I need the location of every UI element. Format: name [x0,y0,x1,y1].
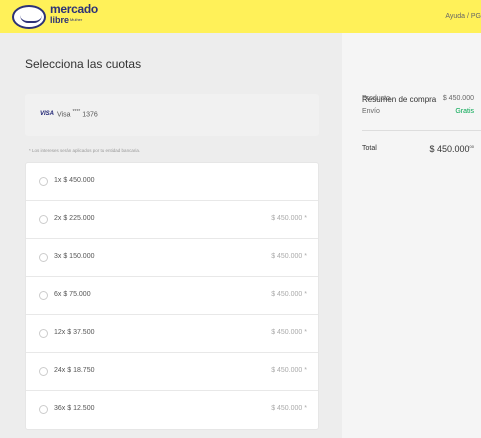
installment-label: 1x $ 450.000 [54,177,95,184]
installment-total: $ 450.000 * [271,329,307,336]
radio-button[interactable] [39,291,48,300]
installment-total: $ 450.000 * [271,291,307,298]
installment-total: $ 450.000 * [271,367,307,374]
help-link[interactable]: Ayuda / PG [445,13,481,20]
logo-text-country: Mulher [70,17,83,22]
installment-total: $ 450.000 * [271,405,307,412]
interest-note: * Los intereses serán aplicados por tu e… [29,148,141,153]
logo-text-libre: libre [50,15,70,25]
visa-icon: VISA [40,111,55,117]
installment-label: 6x $ 75.000 [54,291,91,298]
installment-option[interactable]: 6x $ 75.000 $ 450.000 * [26,277,318,315]
installment-option[interactable]: 3x $ 150.000 $ 450.000 * [26,239,318,277]
radio-button[interactable] [39,405,48,414]
radio-button[interactable] [39,253,48,262]
installment-label: 2x $ 225.000 [54,215,95,222]
summary-product-label: Producto [362,95,391,102]
summary-shipping-row: Envío Gratis [362,108,474,115]
top-header: mercado libre Mulher Ayuda / PG [0,0,481,33]
installment-total: $ 450.000 * [271,215,307,222]
installment-label: 3x $ 150.000 [54,253,95,260]
selected-card: VISA Visa **** 1376 [25,94,319,136]
handshake-icon [12,5,46,29]
card-label: Visa **** 1376 [57,109,98,119]
summary-divider [362,130,481,131]
installment-total: $ 450.000 * [271,253,307,260]
summary-total-label: Total [362,145,377,152]
summary-total-row: Total $ 450.00000 [362,144,475,154]
installment-option[interactable]: 2x $ 225.000 $ 450.000 * [26,201,318,239]
radio-button[interactable] [39,329,48,338]
summary-shipping-value: Gratis [455,108,474,115]
summary-total-value: $ 450.00000 [429,144,475,154]
page-title: Selecciona las cuotas [25,57,142,71]
logo-text-mercado: mercado [50,2,98,16]
radio-button[interactable] [39,367,48,376]
installment-label: 24x $ 18.750 [54,367,95,374]
installments-list: 1x $ 450.000 2x $ 225.000 $ 450.000 * 3x… [25,162,319,430]
summary-content: Producto $ 450.000 Envío Gratis Total $ … [342,33,481,438]
summary-product-value: $ 450.000 [442,95,474,102]
summary-product-row: Producto $ 450.000 [362,95,474,102]
installment-option[interactable]: 36x $ 12.500 $ 450.000 * [26,391,318,429]
radio-button[interactable] [39,177,48,186]
installment-label: 36x $ 12.500 [54,405,95,412]
mercadolibre-logo[interactable]: mercado libre Mulher [12,3,98,31]
installment-option[interactable]: 1x $ 450.000 [26,163,318,201]
summary-shipping-label: Envío [362,108,380,115]
installment-label: 12x $ 37.500 [54,329,95,336]
radio-button[interactable] [39,215,48,224]
installment-option[interactable]: 24x $ 18.750 $ 450.000 * [26,353,318,391]
installment-option[interactable]: 12x $ 37.500 $ 450.000 * [26,315,318,353]
